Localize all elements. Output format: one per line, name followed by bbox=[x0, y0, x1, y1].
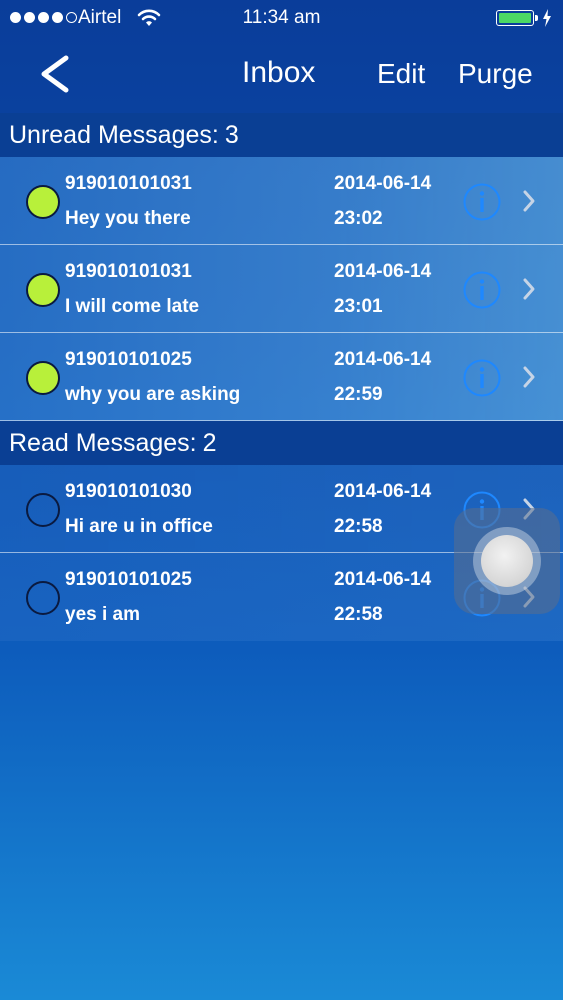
message-time: 22:59 bbox=[334, 384, 383, 405]
page-title: Inbox bbox=[242, 56, 316, 89]
message-date: 2014-06-14 bbox=[334, 569, 432, 590]
chevron-right-icon[interactable] bbox=[519, 274, 539, 304]
message-row-unread-1[interactable]: 919010101031 Hey you there 2014-06-14 23… bbox=[0, 157, 563, 245]
back-button[interactable] bbox=[36, 52, 76, 96]
message-sender: 919010101030 bbox=[65, 481, 192, 502]
edit-button[interactable]: Edit bbox=[377, 58, 425, 90]
unread-indicator bbox=[26, 361, 60, 395]
message-preview: why you are asking bbox=[65, 384, 241, 405]
read-indicator bbox=[26, 493, 60, 527]
read-count: 2 bbox=[202, 429, 217, 457]
message-time: 23:02 bbox=[334, 208, 383, 229]
message-preview: Hi are u in office bbox=[65, 516, 213, 537]
read-section-label: Read Messages: bbox=[9, 429, 197, 457]
bolt-icon bbox=[543, 9, 551, 27]
message-row-unread-2[interactable]: 919010101031 I will come late 2014-06-14… bbox=[0, 245, 563, 333]
message-time: 22:58 bbox=[334, 516, 383, 537]
message-sender: 919010101031 bbox=[65, 173, 192, 194]
message-date: 2014-06-14 bbox=[334, 481, 432, 502]
message-sender: 919010101025 bbox=[65, 349, 192, 370]
unread-section-label: Unread Messages: bbox=[9, 121, 219, 149]
purge-button[interactable]: Purge bbox=[458, 58, 533, 90]
battery-icon bbox=[496, 10, 534, 26]
message-date: 2014-06-14 bbox=[334, 261, 432, 282]
message-sender: 919010101031 bbox=[65, 261, 192, 282]
chevron-right-icon[interactable] bbox=[519, 362, 539, 392]
unread-indicator bbox=[26, 185, 60, 219]
assistive-touch-button[interactable] bbox=[454, 508, 560, 614]
info-icon[interactable] bbox=[462, 182, 502, 222]
message-time: 22:58 bbox=[334, 604, 383, 625]
message-row-unread-3[interactable]: 919010101025 why you are asking 2014-06-… bbox=[0, 333, 563, 421]
read-indicator bbox=[26, 581, 60, 615]
message-time: 23:01 bbox=[334, 296, 383, 317]
unread-count: 3 bbox=[224, 121, 239, 149]
message-sender: 919010101025 bbox=[65, 569, 192, 590]
battery-tip bbox=[535, 15, 538, 21]
message-preview: Hey you there bbox=[65, 208, 191, 229]
status-time: 11:34 am bbox=[242, 7, 321, 28]
read-section-header: Read Messages: 2 bbox=[0, 421, 563, 465]
unread-section-header: Unread Messages: 3 bbox=[0, 113, 563, 157]
message-preview: I will come late bbox=[65, 296, 200, 317]
unread-indicator bbox=[26, 273, 60, 307]
assistive-touch-core bbox=[481, 535, 533, 587]
chevron-right-icon[interactable] bbox=[519, 186, 539, 216]
info-icon[interactable] bbox=[462, 358, 502, 398]
message-date: 2014-06-14 bbox=[334, 349, 432, 370]
message-date: 2014-06-14 bbox=[334, 173, 432, 194]
status-bar: Airtel 11:34 am bbox=[0, 0, 563, 36]
info-icon[interactable] bbox=[462, 270, 502, 310]
navigation-bar: Inbox Edit Purge bbox=[0, 36, 563, 112]
message-preview: yes i am bbox=[65, 604, 140, 625]
